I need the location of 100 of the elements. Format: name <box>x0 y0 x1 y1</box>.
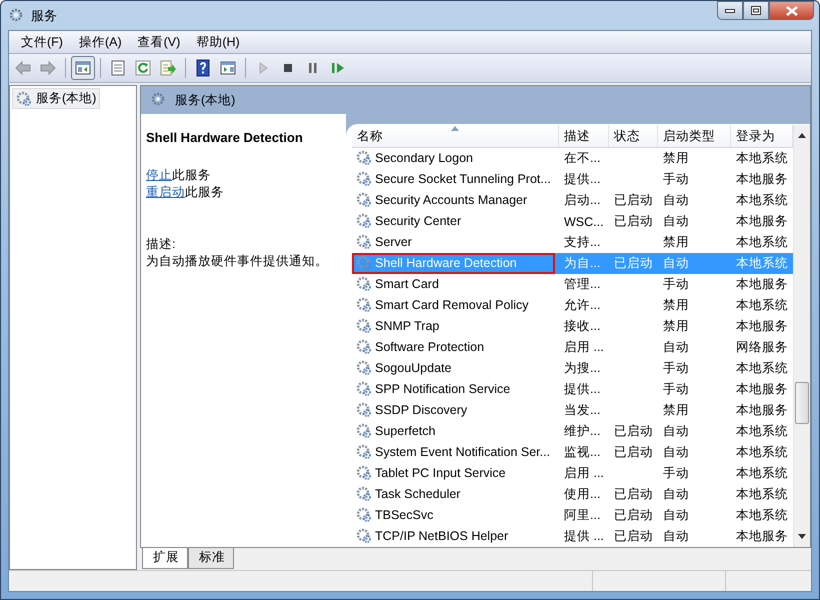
service-name: Shell Hardware Detection <box>352 252 555 274</box>
table-cell: 禁用 <box>663 151 689 165</box>
table-cell: 自动 <box>663 214 689 228</box>
service-name: Superfetch <box>352 420 440 442</box>
table-cell: 已启动 <box>614 487 653 501</box>
gear-icon <box>356 360 372 376</box>
service-name: Smart Card Removal Policy <box>352 294 533 316</box>
scroll-up-icon[interactable] <box>798 133 806 138</box>
service-row[interactable]: Security Center WSC... 已启动 自动 本地服务 <box>352 211 793 232</box>
scroll-thumb[interactable] <box>795 382 809 424</box>
minimize-button[interactable] <box>717 1 743 20</box>
table-cell: 阿里... <box>564 508 600 522</box>
table-cell: 本地系统 <box>736 445 788 459</box>
table-cell: 自动 <box>663 445 689 459</box>
table-cell: 本地服务 <box>736 403 788 417</box>
menu-item[interactable]: 帮助(H) <box>188 34 248 50</box>
action-link[interactable]: 重启动 <box>146 185 185 199</box>
table-cell: 本地系统 <box>736 508 788 522</box>
service-row[interactable]: Smart Card 管理... 手动 本地服务 <box>352 274 793 295</box>
table-cell: 自动 <box>663 529 689 543</box>
service-row[interactable]: Secondary Logon 在不... 禁用 本地系统 <box>352 148 793 169</box>
tree-icon[interactable] <box>71 56 95 80</box>
table-cell: 自动 <box>663 193 689 207</box>
view-tab[interactable]: 标准 <box>188 548 234 569</box>
table-cell: 已启动 <box>614 508 653 522</box>
sort-arrow-icon <box>451 126 459 131</box>
gear-icon <box>356 444 372 460</box>
view-tab[interactable]: 扩展 <box>142 548 188 569</box>
menu-item[interactable]: 操作(A) <box>70 34 130 50</box>
service-name: System Event Notification Ser... <box>352 442 554 463</box>
table-cell: 禁用 <box>663 403 689 417</box>
scrollbar[interactable] <box>793 125 810 547</box>
close-button[interactable] <box>769 1 814 20</box>
close-icon <box>786 6 798 16</box>
scroll-down-icon[interactable] <box>798 534 806 539</box>
service-row[interactable]: Software Protection 启用 ... 自动 网络服务 <box>352 337 793 358</box>
column-header[interactable]: 描述 <box>559 125 609 147</box>
service-row[interactable]: Security Accounts Manager 启动... 已启动 自动 本地系统 <box>352 190 793 211</box>
service-row[interactable]: SogouUpdate 为搜... 手动 本地系统 <box>352 358 793 379</box>
service-row[interactable]: System Event Notification Ser... 监视... 已启动 自动 本地系统 <box>352 442 793 463</box>
service-name: Tablet PC Input Service <box>352 462 510 484</box>
service-row[interactable]: Task Scheduler 使用... 已启动 自动 本地系统 <box>352 484 793 505</box>
service-row[interactable]: Server 支持... 禁用 本地系统 <box>352 232 793 253</box>
table-cell: 本地系统 <box>736 424 788 438</box>
table-cell: 手动 <box>663 361 689 375</box>
gear-icon <box>16 90 32 106</box>
table-cell: 禁用 <box>663 298 689 312</box>
table-cell: 为搜... <box>564 361 600 375</box>
menu-item[interactable]: 查看(V) <box>130 34 188 50</box>
gear-icon <box>356 213 372 230</box>
gear-icon <box>356 423 372 440</box>
table-cell: 在不... <box>564 151 600 165</box>
minimize-icon <box>725 8 735 12</box>
table-cell: 为自... <box>564 256 600 270</box>
service-row[interactable]: Secure Socket Tunneling Prot... 提供... 手动 本地服务 <box>352 169 793 190</box>
service-name: Security Center <box>352 210 466 232</box>
service-row[interactable]: SSDP Discovery 当发... 禁用 本地服务 <box>352 400 793 421</box>
service-row[interactable]: Superfetch 维护... 已启动 自动 本地系统 <box>352 421 793 442</box>
table-cell: 本地服务 <box>736 172 788 186</box>
service-name: SPP Notification Service <box>352 378 514 400</box>
service-name: Security Accounts Manager <box>352 190 532 211</box>
service-name: SogouUpdate <box>352 358 456 379</box>
tree-item[interactable]: 服务(本地) <box>12 88 100 109</box>
column-header[interactable]: 状态 <box>609 125 658 147</box>
service-row[interactable]: Tablet PC Input Service 启用 ... 手动 本地系统 <box>352 463 793 484</box>
service-row[interactable]: TBSecSvc 阿里... 已启动 自动 本地系统 <box>352 505 793 526</box>
table-cell: 本地服务 <box>736 277 788 291</box>
service-row[interactable]: SNMP Trap 接收... 禁用 本地服务 <box>352 316 793 337</box>
window-title: 服务 <box>31 6 57 24</box>
maximize-button[interactable] <box>743 1 769 20</box>
gear-icon <box>356 297 372 314</box>
table-cell: 提供... <box>564 382 600 396</box>
gear-icon <box>356 318 372 334</box>
table-cell: 手动 <box>663 172 689 186</box>
table-cell: 本地系统 <box>736 466 788 480</box>
service-name: SSDP Discovery <box>352 400 472 421</box>
table-cell: 当发... <box>564 403 600 417</box>
table-cell: 自动 <box>663 487 689 501</box>
table-cell: 已启动 <box>614 193 653 207</box>
service-row[interactable]: SPP Notification Service 提供... 手动 本地服务 <box>352 379 793 400</box>
menu-item[interactable]: 文件(F) <box>13 34 71 50</box>
table-cell: 本地服务 <box>736 214 788 228</box>
service-row[interactable]: Smart Card Removal Policy 允许... 禁用 本地系统 <box>352 295 793 316</box>
service-row[interactable]: TCP/IP NetBIOS Helper 提供 ... 已启动 自动 本地服务 <box>352 526 793 547</box>
action-link[interactable]: 停止 <box>146 168 172 182</box>
column-header[interactable]: 名称 <box>352 125 559 147</box>
gear-icon <box>356 381 372 398</box>
gear-icon <box>356 150 372 166</box>
gear-icon <box>356 234 372 250</box>
table-cell: 自动 <box>663 508 689 522</box>
table-cell: 本地系统 <box>736 235 788 249</box>
service-name: Server <box>352 232 416 253</box>
table-cell: 启动... <box>564 193 600 207</box>
table-cell: 本地系统 <box>736 361 788 375</box>
table-cell: 本地服务 <box>736 319 788 333</box>
table-cell: 本地系统 <box>736 193 788 207</box>
gear-icon <box>356 171 372 188</box>
column-header[interactable]: 启动类型 <box>658 125 731 147</box>
maximize-icon <box>751 6 761 15</box>
service-name: TBSecSvc <box>352 504 438 526</box>
